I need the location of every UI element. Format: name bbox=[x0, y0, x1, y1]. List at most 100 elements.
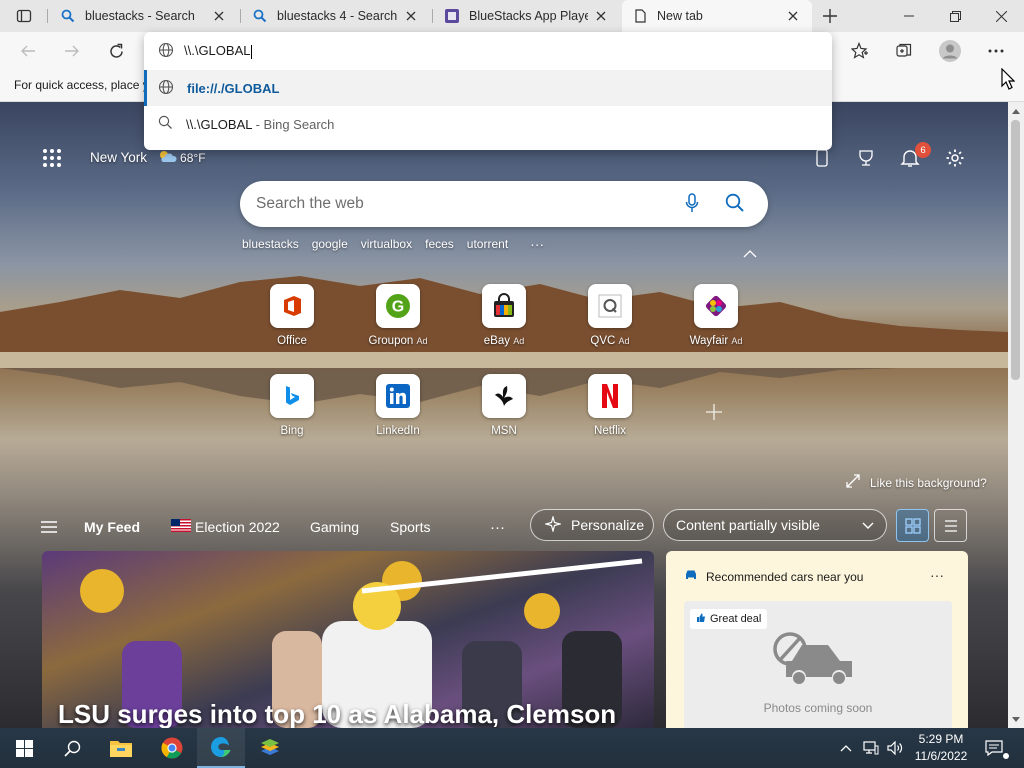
search-icon[interactable] bbox=[725, 193, 744, 215]
content-visibility-value: Content partially visible bbox=[676, 517, 820, 533]
tab-actions-menu-icon[interactable] bbox=[10, 2, 38, 30]
scroll-down-arrow-icon[interactable] bbox=[1008, 712, 1024, 726]
feed-tab-sports[interactable]: Sports bbox=[390, 500, 430, 554]
action-center-icon[interactable] bbox=[976, 728, 1012, 768]
trending-link[interactable]: bluestacks bbox=[242, 237, 299, 251]
suggestion-text: \\.\GLOBAL bbox=[186, 116, 252, 132]
address-bar-input[interactable]: \\.\GLOBAL bbox=[144, 32, 832, 70]
close-tab-icon[interactable] bbox=[592, 7, 610, 25]
new-tab-button[interactable] bbox=[816, 2, 844, 30]
page-settings-gear-icon[interactable] bbox=[941, 144, 969, 172]
system-clock[interactable]: 5:29 PM 11/6/2022 bbox=[910, 731, 972, 765]
weather-location: New York bbox=[90, 150, 148, 165]
notifications-bell-icon[interactable]: 6 bbox=[896, 142, 931, 172]
ad-label: Ad bbox=[416, 336, 428, 346]
favorites-icon[interactable] bbox=[846, 37, 874, 65]
feed-tab-label: Election 2022 bbox=[195, 519, 280, 535]
refresh-button[interactable] bbox=[102, 37, 130, 65]
wayfair-icon bbox=[694, 284, 738, 328]
quick-link-groupon[interactable]: G Groupon Ad bbox=[348, 284, 448, 364]
quick-link-wayfair[interactable]: Wayfair Ad bbox=[666, 284, 766, 364]
add-shortcut-icon[interactable] bbox=[700, 398, 728, 426]
partly-sunny-icon bbox=[157, 148, 177, 167]
close-tab-icon[interactable] bbox=[784, 7, 802, 25]
personalize-button[interactable]: Personalize bbox=[530, 509, 654, 541]
trending-link[interactable]: feces bbox=[425, 237, 454, 251]
trending-link[interactable]: google bbox=[312, 237, 348, 251]
thumbs-up-icon bbox=[696, 613, 706, 626]
quick-link-msn[interactable]: MSN bbox=[454, 374, 554, 454]
car-photo-placeholder: Great deal Photos coming soon bbox=[684, 601, 952, 728]
file-explorer-icon[interactable] bbox=[97, 728, 145, 768]
trending-link[interactable]: utorrent bbox=[467, 237, 508, 251]
feed-tab-gaming[interactable]: Gaming bbox=[310, 500, 359, 554]
great-deal-badge: Great deal bbox=[690, 609, 768, 629]
bing-icon bbox=[270, 374, 314, 418]
close-tab-icon[interactable] bbox=[402, 7, 420, 25]
quick-link-qvc[interactable]: QVC Ad bbox=[560, 284, 660, 364]
suggestion-bing-search[interactable]: \\.\GLOBAL - Bing Search bbox=[144, 106, 832, 142]
tray-overflow-chevron-icon[interactable] bbox=[836, 728, 856, 768]
settings-more-icon[interactable] bbox=[982, 37, 1010, 65]
quick-link-bing[interactable]: Bing bbox=[242, 374, 342, 454]
tab-bluestacks-4-search[interactable]: bluestacks 4 - Search bbox=[242, 0, 430, 32]
minimize-button[interactable] bbox=[886, 0, 932, 32]
close-tab-icon[interactable] bbox=[210, 7, 228, 25]
recommended-cars-card[interactable]: Recommended cars near you ··· Great deal… bbox=[666, 551, 968, 728]
tab-bluestacks-app-player[interactable]: BlueStacks App Player bbox=[434, 0, 620, 32]
quick-link-label: Groupon bbox=[368, 335, 414, 347]
tab-bluestacks-search[interactable]: bluestacks - Search bbox=[50, 0, 238, 32]
tab-new-tab[interactable]: New tab bbox=[622, 0, 812, 32]
trending-more-button[interactable]: ··· bbox=[530, 236, 544, 252]
no-car-photo-icon bbox=[772, 631, 858, 690]
top-story-card[interactable]: LSU surges into top 10 as Alabama, Clems… bbox=[42, 551, 654, 728]
grid-view-button[interactable] bbox=[896, 509, 929, 542]
card-menu-button[interactable]: ··· bbox=[930, 567, 944, 583]
close-window-button[interactable] bbox=[978, 0, 1024, 32]
quick-link-label: eBay bbox=[483, 335, 510, 347]
quick-link-office[interactable]: Office bbox=[242, 284, 342, 364]
quick-link-netflix[interactable]: Netflix bbox=[560, 374, 660, 454]
like-background-link[interactable]: Like this background? bbox=[846, 474, 987, 491]
chrome-icon[interactable] bbox=[148, 728, 196, 768]
volume-icon[interactable] bbox=[884, 728, 906, 768]
feed-more-button[interactable]: ··· bbox=[490, 500, 505, 554]
back-button[interactable] bbox=[14, 37, 42, 65]
profile-avatar[interactable] bbox=[936, 37, 964, 65]
collections-icon[interactable] bbox=[890, 37, 918, 65]
clock-date: 11/6/2022 bbox=[914, 749, 968, 763]
scrollbar-thumb[interactable] bbox=[1011, 120, 1020, 380]
edge-icon[interactable] bbox=[197, 728, 245, 768]
windows-taskbar: 5:29 PM 11/6/2022 bbox=[0, 728, 1024, 768]
quick-link-label: Netflix bbox=[594, 425, 626, 437]
collapse-chevron-icon[interactable] bbox=[743, 246, 757, 261]
trending-link[interactable]: virtualbox bbox=[361, 237, 412, 251]
scroll-up-arrow-icon[interactable] bbox=[1008, 104, 1024, 118]
content-visibility-dropdown[interactable]: Content partially visible bbox=[663, 509, 887, 541]
bluestacks-icon[interactable] bbox=[246, 728, 294, 768]
favorites-bar-hint: For quick access, place y bbox=[14, 78, 149, 92]
clock-time: 5:29 PM bbox=[918, 732, 964, 746]
apps-launcher-icon[interactable] bbox=[38, 144, 66, 172]
feed-menu-icon[interactable] bbox=[40, 500, 58, 554]
weather-widget[interactable]: New York 68°F bbox=[90, 148, 206, 167]
rewards-icon[interactable] bbox=[852, 144, 880, 172]
suggestion-text: file://./GLOBAL bbox=[187, 80, 280, 96]
search-icon[interactable] bbox=[48, 728, 96, 768]
network-icon[interactable] bbox=[860, 728, 882, 768]
feed-tab-my-feed[interactable]: My Feed bbox=[84, 500, 140, 554]
list-view-button[interactable] bbox=[934, 509, 967, 542]
restore-button[interactable] bbox=[932, 0, 978, 32]
qvc-icon bbox=[588, 284, 632, 328]
quick-link-linkedin[interactable]: LinkedIn bbox=[348, 374, 448, 454]
feed-tab-election[interactable]: Election 2022 bbox=[171, 500, 280, 554]
address-bar-dropdown: \\.\GLOBAL file://./GLOBAL \\.\GLOBAL - … bbox=[144, 32, 832, 150]
web-search-box[interactable]: Search the web bbox=[240, 181, 768, 227]
globe-icon bbox=[158, 42, 174, 61]
start-icon[interactable] bbox=[0, 728, 48, 768]
quick-link-label: Wayfair bbox=[689, 335, 729, 347]
quick-link-ebay[interactable]: eBay Ad bbox=[454, 284, 554, 364]
forward-button[interactable] bbox=[58, 37, 86, 65]
microphone-icon[interactable] bbox=[685, 192, 699, 216]
suggestion-file-url[interactable]: file://./GLOBAL bbox=[144, 70, 832, 106]
